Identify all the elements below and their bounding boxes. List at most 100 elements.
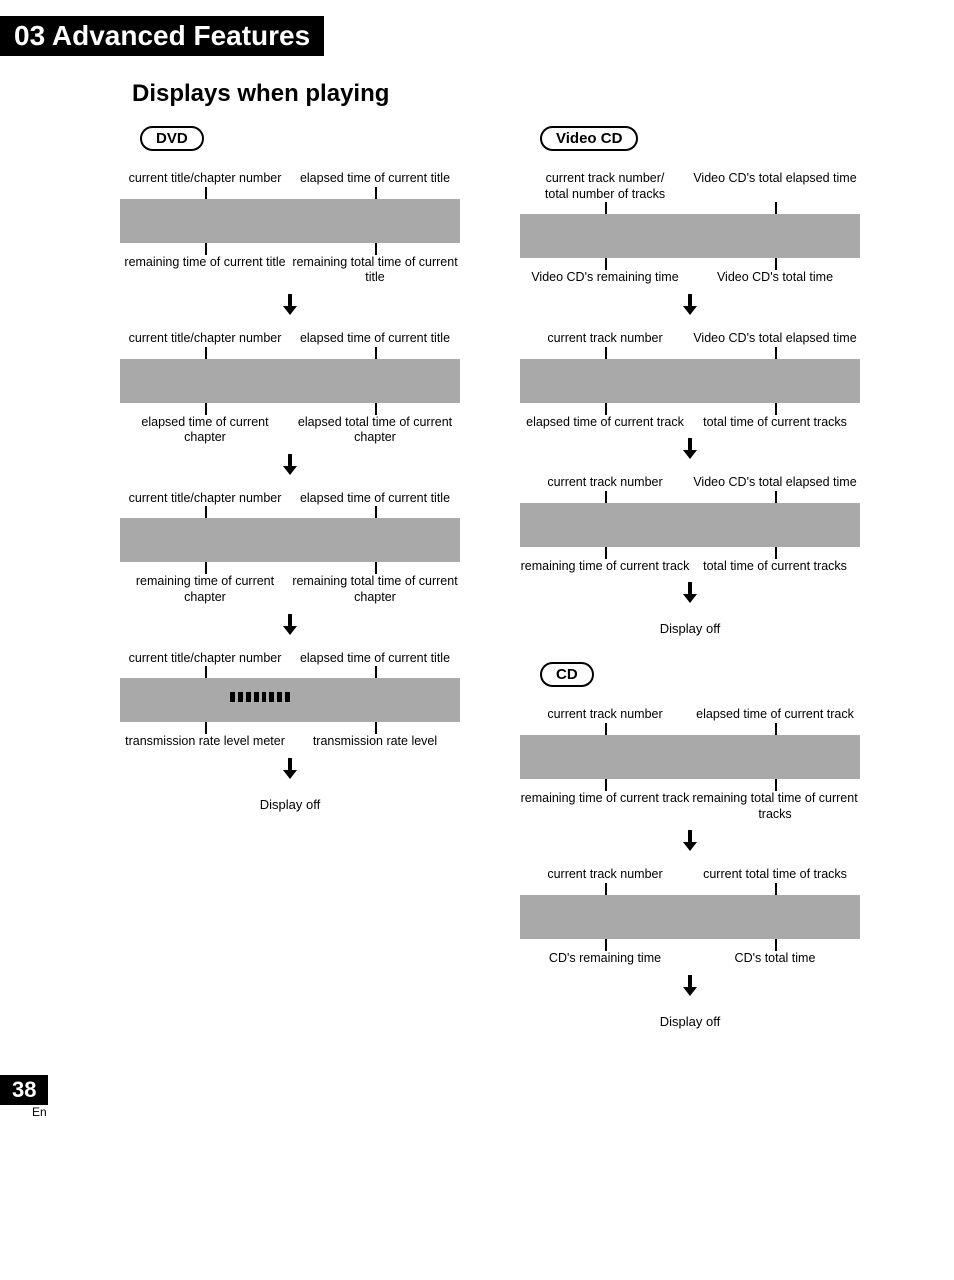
display-panel [520, 895, 860, 939]
ticks [520, 491, 860, 503]
label: current track number [520, 867, 690, 883]
ticks [520, 202, 860, 214]
label: Video CD's remaining time [520, 270, 690, 286]
display-panel [520, 214, 860, 258]
label: current track number [520, 707, 690, 723]
label: Video CD's total elapsed time [690, 475, 860, 491]
page-number: 38 [0, 1075, 48, 1105]
display-panel-meter [120, 678, 460, 722]
right-column: Video CD current track number/ total num… [510, 126, 870, 1035]
label: elapsed time of current title [290, 171, 460, 187]
down-arrow-icon [510, 828, 870, 859]
display-panel [120, 359, 460, 403]
label: current track number/ total number of tr… [520, 171, 690, 202]
ticks [120, 187, 460, 199]
ticks [520, 403, 860, 415]
ticks [120, 722, 460, 734]
dvd-label: DVD [140, 126, 204, 151]
dvd-block3-bottom-labels: remaining time of current chapter remain… [120, 574, 460, 605]
dvd-column: DVD current title/chapter number elapsed… [110, 126, 470, 818]
dvd-block2-top-labels: current title/chapter number elapsed tim… [120, 331, 460, 347]
dvd-block4-bottom-labels: transmission rate level meter transmissi… [120, 734, 460, 750]
ticks [520, 547, 860, 559]
level-meter-icon [230, 692, 290, 702]
vcd-block3-top-labels: current track number Video CD's total el… [520, 475, 860, 491]
ticks [120, 666, 460, 678]
down-arrow-icon [110, 452, 470, 483]
label: transmission rate level [290, 734, 460, 750]
down-arrow-icon [110, 756, 470, 787]
label: CD's remaining time [520, 951, 690, 967]
display-panel [520, 359, 860, 403]
ticks [120, 562, 460, 574]
ticks [520, 723, 860, 735]
label: elapsed time of current track [690, 707, 860, 723]
ticks [520, 779, 860, 791]
label: remaining time of current chapter [120, 574, 290, 605]
label: remaining time of current title [120, 255, 290, 286]
down-arrow-icon [110, 612, 470, 643]
down-arrow-icon [110, 292, 470, 323]
label: elapsed time of current title [290, 491, 460, 507]
display-off-label: Display off [110, 797, 470, 812]
down-arrow-icon [510, 292, 870, 323]
label: elapsed time of current title [290, 331, 460, 347]
label: elapsed total time of current chapter [290, 415, 460, 446]
label: elapsed time of current track [520, 415, 690, 431]
ticks [120, 506, 460, 518]
label: Video CD's total elapsed time [690, 171, 860, 202]
label: Video CD's total time [690, 270, 860, 286]
label: elapsed time of current title [290, 651, 460, 667]
dvd-block1-top-labels: current title/chapter number elapsed tim… [120, 171, 460, 187]
down-arrow-icon [510, 436, 870, 467]
display-panel [520, 735, 860, 779]
dvd-block1-bottom-labels: remaining time of current title remainin… [120, 255, 460, 286]
vcd-block1-bottom-labels: Video CD's remaining time Video CD's tot… [520, 270, 860, 286]
display-off-label: Display off [510, 1014, 870, 1029]
ticks [520, 347, 860, 359]
label: remaining time of current track [520, 559, 690, 575]
ticks [520, 883, 860, 895]
display-panel [520, 503, 860, 547]
label: current track number [520, 475, 690, 491]
vcd-block3-bottom-labels: remaining time of current track total ti… [520, 559, 860, 575]
label: current track number [520, 331, 690, 347]
chapter-header: 03 Advanced Features [0, 16, 324, 56]
cd-label: CD [540, 662, 594, 687]
content-columns: DVD current title/chapter number elapsed… [0, 126, 954, 1055]
label: current total time of tracks [690, 867, 860, 883]
display-off-label: Display off [510, 621, 870, 636]
videocd-label: Video CD [540, 126, 638, 151]
label: remaining total time of current tracks [690, 791, 860, 822]
section-title: Displays when playing [132, 80, 954, 108]
label: Video CD's total elapsed time [690, 331, 860, 347]
label: total time of current tracks [690, 559, 860, 575]
vcd-block2-top-labels: current track number Video CD's total el… [520, 331, 860, 347]
label: transmission rate level meter [120, 734, 290, 750]
cd-block1-bottom-labels: remaining time of current track remainin… [520, 791, 860, 822]
label: current title/chapter number [120, 651, 290, 667]
label: current title/chapter number [120, 491, 290, 507]
dvd-block3-top-labels: current title/chapter number elapsed tim… [120, 491, 460, 507]
label: current title/chapter number [120, 171, 290, 187]
vcd-block2-bottom-labels: elapsed time of current track total time… [520, 415, 860, 431]
label: remaining total time of current chapter [290, 574, 460, 605]
down-arrow-icon [510, 973, 870, 1004]
display-panel [120, 199, 460, 243]
page-footer: 38 En [0, 1075, 954, 1135]
ticks [120, 243, 460, 255]
cd-block1-top-labels: current track number elapsed time of cur… [520, 707, 860, 723]
cd-block2-top-labels: current track number current total time … [520, 867, 860, 883]
ticks [520, 258, 860, 270]
cd-block2-bottom-labels: CD's remaining time CD's total time [520, 951, 860, 967]
label: remaining total time of current title [290, 255, 460, 286]
language-code: En [0, 1105, 954, 1119]
label: remaining time of current track [520, 791, 690, 822]
ticks [520, 939, 860, 951]
label: total time of current tracks [690, 415, 860, 431]
vcd-block1-top-labels: current track number/ total number of tr… [520, 171, 860, 202]
ticks [120, 347, 460, 359]
display-panel [120, 518, 460, 562]
dvd-block4-top-labels: current title/chapter number elapsed tim… [120, 651, 460, 667]
dvd-block2-bottom-labels: elapsed time of current chapter elapsed … [120, 415, 460, 446]
